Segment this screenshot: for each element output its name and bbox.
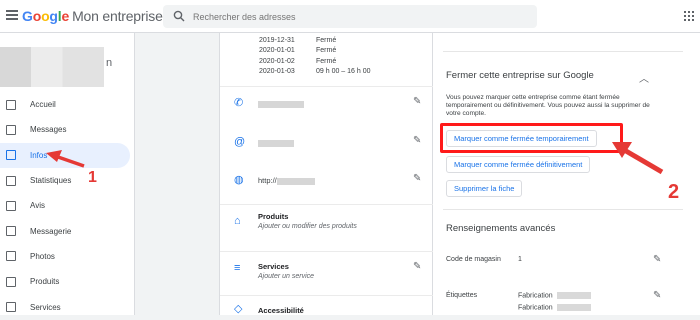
- annotation-number-two: 2: [668, 181, 680, 203]
- arrow-to-temporary-button: [612, 142, 664, 175]
- annotation-number-one: 1: [88, 169, 97, 186]
- arrow-to-infos: [46, 150, 85, 168]
- annotation-arrows: [46, 142, 664, 175]
